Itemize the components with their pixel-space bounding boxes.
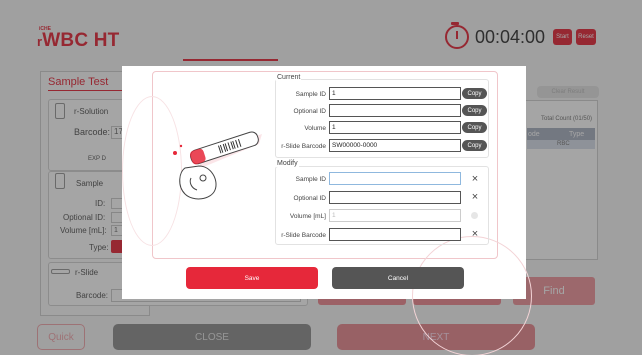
cancel-button[interactable]: Cancel <box>332 267 464 289</box>
current-sample-id-field: 1 <box>329 87 461 100</box>
clear-r-slide-barcode-icon[interactable]: × <box>470 229 480 240</box>
copy-r-slide-barcode-button[interactable]: Copy <box>462 140 487 151</box>
modify-r-slide-barcode-input[interactable] <box>329 228 461 241</box>
modify-optional-id-label: Optional ID <box>293 195 326 202</box>
modify-optional-id-input[interactable] <box>329 191 461 204</box>
decorative-arc <box>412 236 532 355</box>
copy-volume-button[interactable]: Copy <box>462 122 487 133</box>
current-r-slide-barcode-field: SW00000-0000 <box>329 139 461 152</box>
save-button[interactable]: Save <box>186 267 318 289</box>
current-volume-label: Volume <box>304 125 326 132</box>
current-sample-id-label: Sample ID <box>295 91 326 98</box>
current-volume-field: 1 <box>329 121 461 134</box>
modify-r-slide-barcode-label: r-Slide Barcode <box>281 232 326 239</box>
modify-sample-id-input[interactable] <box>329 172 461 185</box>
barcode-scan-illustration <box>173 131 262 200</box>
volume-disabled-indicator <box>471 212 478 219</box>
clear-sample-id-icon[interactable]: × <box>470 174 480 185</box>
clear-optional-id-icon[interactable]: × <box>470 192 480 203</box>
current-optional-id-label: Optional ID <box>293 108 326 115</box>
modify-group-title: Modify <box>276 160 299 167</box>
copy-sample-id-button[interactable]: Copy <box>462 88 487 99</box>
modify-volume-label: Volume [mL] <box>289 213 326 220</box>
current-group-title: Current <box>276 74 302 81</box>
current-optional-id-field <box>329 104 461 117</box>
current-r-slide-barcode-label: r-Slide Barcode <box>281 143 326 150</box>
copy-optional-id-button[interactable]: Copy <box>462 105 487 116</box>
modify-volume-input: 1 <box>329 209 461 222</box>
modify-sample-id-label: Sample ID <box>295 176 326 183</box>
